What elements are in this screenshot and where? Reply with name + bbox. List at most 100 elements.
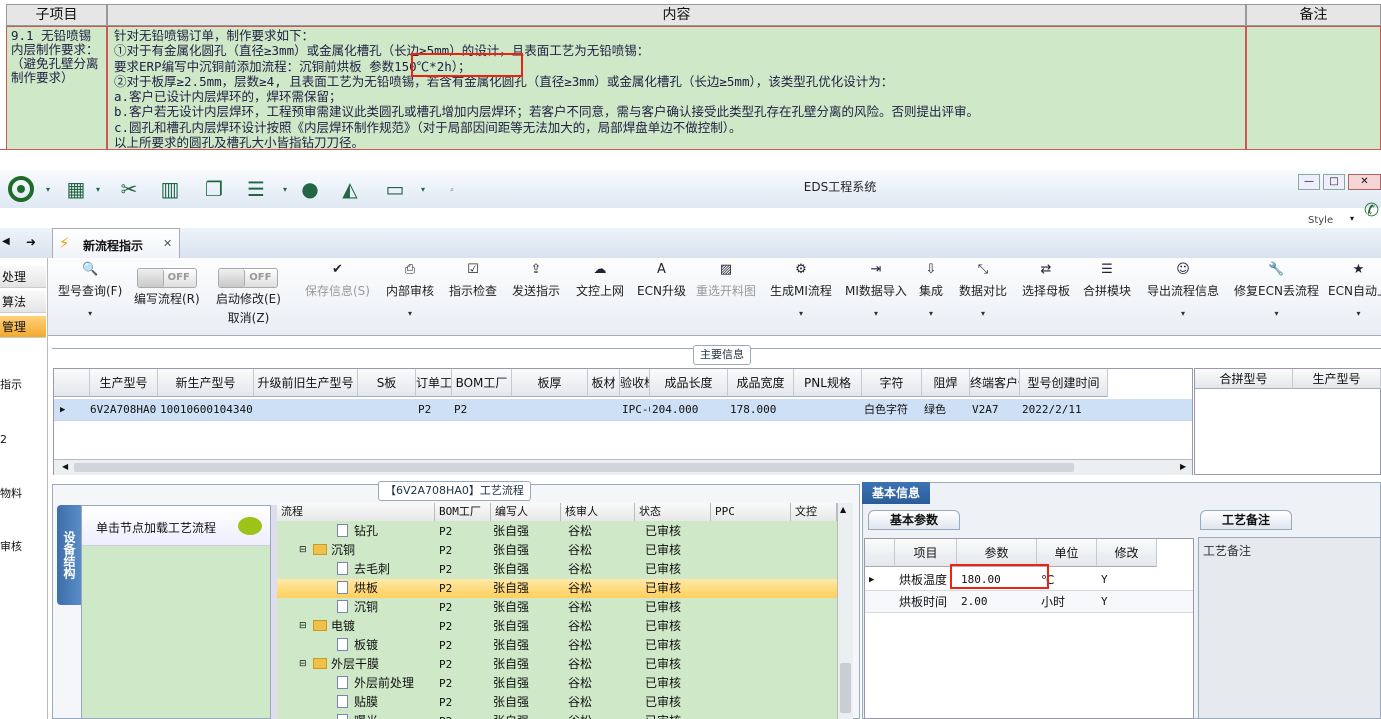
table-cell[interactable] <box>358 400 416 420</box>
table-cell[interactable]: 绿色 <box>922 400 970 420</box>
nav-text[interactable]: 物料 <box>0 485 22 501</box>
app-logo-icon[interactable] <box>6 176 36 202</box>
ribbon-button-10[interactable]: ⚙ 生成MI流程 ▾ <box>770 262 832 318</box>
column-header[interactable]: 板厚 <box>512 369 588 397</box>
ribbon-button-17[interactable]: 🔧 修复ECN丢流程 ▾ <box>1234 262 1319 318</box>
ribbon-button-9[interactable]: ▨ 重选开料图 <box>696 262 756 299</box>
tree-row[interactable]: 贴膜 P2 张自强 谷松 已审核 <box>277 693 837 712</box>
tree-column-header[interactable]: 状态 <box>635 503 711 521</box>
column-header[interactable]: S板 <box>358 369 416 397</box>
ribbon-button-8[interactable]: A ECN升级 <box>637 262 686 299</box>
tree-row[interactable]: 钻孔 P2 张自强 谷松 已审核 <box>277 522 837 541</box>
collapse-toggle-icon[interactable]: ⊟ <box>299 655 307 674</box>
sign-in-icon[interactable]: ➜ <box>26 235 36 249</box>
column-header[interactable]: 生产型号 <box>1293 369 1381 389</box>
tab-new-flow[interactable]: ⚡ 新流程指示 ✕ <box>52 228 180 258</box>
table-cell[interactable]: 6V2A708HA0 <box>88 400 156 420</box>
customize-icon[interactable]: ⸗ <box>448 178 456 200</box>
column-header[interactable]: 新生产型号 <box>158 369 254 397</box>
close-button[interactable]: ✕ <box>1348 174 1381 190</box>
nav-text[interactable]: 2 <box>0 433 7 446</box>
toggle-switch[interactable]: OFF <box>218 268 279 288</box>
row-selector-icon[interactable]: ▶ <box>58 400 65 420</box>
chevron-down-icon[interactable]: ▾ <box>1147 309 1219 318</box>
ribbon-button-16[interactable]: ☺ 导出流程信息 ▾ <box>1147 262 1219 318</box>
ribbon-button-7[interactable]: ☁ 文控上网 <box>576 262 624 299</box>
nav-text[interactable]: 指示 <box>0 376 22 392</box>
tree-row[interactable]: 外层前处理 P2 张自强 谷松 已审核 <box>277 674 837 693</box>
table-cell[interactable]: IPC-6012 Ⅱ级 <box>620 400 650 420</box>
ribbon-button-6[interactable]: ⇪ 发送指示 <box>512 262 560 299</box>
column-header[interactable]: 项目 <box>895 539 957 567</box>
scissors-icon[interactable]: ✂ <box>115 177 143 201</box>
tree-column-header[interactable]: 核审人 <box>561 503 635 521</box>
chevron-down-icon[interactable]: ▾ <box>386 309 434 318</box>
nav-item[interactable]: 算法 <box>0 291 46 313</box>
chevron-down-icon[interactable]: ▾ <box>1350 214 1354 223</box>
collapse-toggle-icon[interactable]: ⊟ <box>299 617 307 636</box>
nav-text[interactable]: 审核 <box>0 538 22 554</box>
column-header[interactable]: 字符 <box>862 369 922 397</box>
column-header[interactable]: 参数 <box>957 539 1037 567</box>
column-header[interactable]: 升级前旧生产型号 <box>254 369 358 397</box>
column-header[interactable]: 终端客户代码 <box>970 369 1020 397</box>
user-icon[interactable]: ● <box>296 177 324 201</box>
nav-item-selected[interactable]: 管理 <box>0 316 46 338</box>
chevron-down-icon[interactable]: ▾ <box>919 309 943 318</box>
column-header[interactable]: 订单工厂 <box>416 369 452 397</box>
tree-row[interactable]: ⊟ 沉铜 P2 张自强 谷松 已审核 <box>277 541 837 560</box>
tab-basic-info[interactable]: 基本信息 <box>862 482 930 504</box>
ribbon-button-11[interactable]: ⇥ MI数据导入 ▾ <box>845 262 907 318</box>
grid-icon[interactable]: ▦ <box>62 177 90 201</box>
ribbon-button-12[interactable]: ⇩ 集成 ▾ <box>919 262 943 318</box>
table-cell[interactable]: 204.000 <box>650 400 728 420</box>
horizontal-scrollbar[interactable]: ◀ ▶ <box>54 459 1192 475</box>
chevron-down-icon[interactable]: ▾ <box>1328 309 1381 318</box>
table-cell[interactable]: 10010600104340 <box>158 400 254 420</box>
style-menu[interactable]: Style <box>1308 215 1333 226</box>
tree-row[interactable]: 烘板 P2 张自强 谷松 已审核 <box>277 579 837 598</box>
tree-column-header[interactable]: 流程 <box>277 503 435 521</box>
ribbon-button-4[interactable]: ⎙ 内部审核 ▾ <box>386 262 434 318</box>
row-selector-icon[interactable]: ▶ <box>867 570 874 590</box>
column-header[interactable]: BOM工厂 <box>452 369 512 397</box>
tree-row[interactable]: 沉铜 P2 张自强 谷松 已审核 <box>277 598 837 617</box>
tab-basic-params[interactable]: 基本参数 <box>868 510 960 530</box>
side-tab-equipment[interactable]: 设备结构 <box>57 505 81 605</box>
table-cell[interactable] <box>588 400 620 420</box>
scroll-right-icon[interactable]: ▶ <box>1180 462 1186 471</box>
ribbon-button-5[interactable]: ☑ 指示检查 <box>449 262 497 299</box>
table-cell[interactable]: P2 <box>416 400 452 420</box>
ribbon-button-1[interactable]: OFF 编写流程(R) <box>134 268 200 307</box>
table-cell[interactable] <box>794 400 862 420</box>
chevron-down-icon[interactable]: ▾ <box>419 178 427 200</box>
phone-icon[interactable]: ✆ <box>1364 200 1379 221</box>
chevron-down-icon[interactable]: ▾ <box>770 309 832 318</box>
ribbon-button-sublabel[interactable]: 取消(Z) <box>216 309 281 326</box>
scroll-up-icon[interactable]: ▲ <box>840 505 846 514</box>
column-header[interactable]: 阻焊 <box>922 369 970 397</box>
ribbon-button-0[interactable]: 🔍 型号查询(F) ▾ <box>58 262 122 318</box>
table-cell[interactable]: V2A7 <box>970 400 1020 420</box>
maximize-button[interactable]: □ <box>1323 174 1345 190</box>
column-header[interactable]: 验收标准 <box>620 369 650 397</box>
scroll-thumb[interactable] <box>840 663 851 713</box>
chevron-down-icon[interactable]: ▾ <box>94 178 102 200</box>
chevron-down-icon[interactable]: ▾ <box>58 309 122 318</box>
table-cell[interactable]: P2 <box>452 400 512 420</box>
ribbon-button-14[interactable]: ⇄ 选择母板 <box>1022 262 1070 299</box>
tree-column-header[interactable]: PPC <box>711 503 791 521</box>
area-chart-icon[interactable]: ◭ <box>336 177 364 201</box>
ribbon-button-15[interactable]: ☰ 合拼模块 <box>1083 262 1131 299</box>
column-header[interactable]: 成品长度 <box>650 369 728 397</box>
chevron-down-icon[interactable]: ▾ <box>44 178 52 200</box>
nav-item[interactable]: 处理 <box>0 266 46 288</box>
table-cell[interactable]: 白色字符 <box>862 400 922 420</box>
monitor-icon[interactable]: ▭ <box>381 177 409 201</box>
column-header[interactable]: 生产型号 <box>90 369 158 397</box>
chevron-down-icon[interactable]: ▾ <box>1234 309 1319 318</box>
tree-row[interactable]: 曝光 P2 张自强 谷松 已审核 <box>277 712 837 719</box>
param-value[interactable]: 2.00 <box>959 592 1039 612</box>
table-cell[interactable]: 2022/2/11 <box>1020 400 1108 420</box>
film-icon[interactable]: ▥ <box>156 177 184 201</box>
